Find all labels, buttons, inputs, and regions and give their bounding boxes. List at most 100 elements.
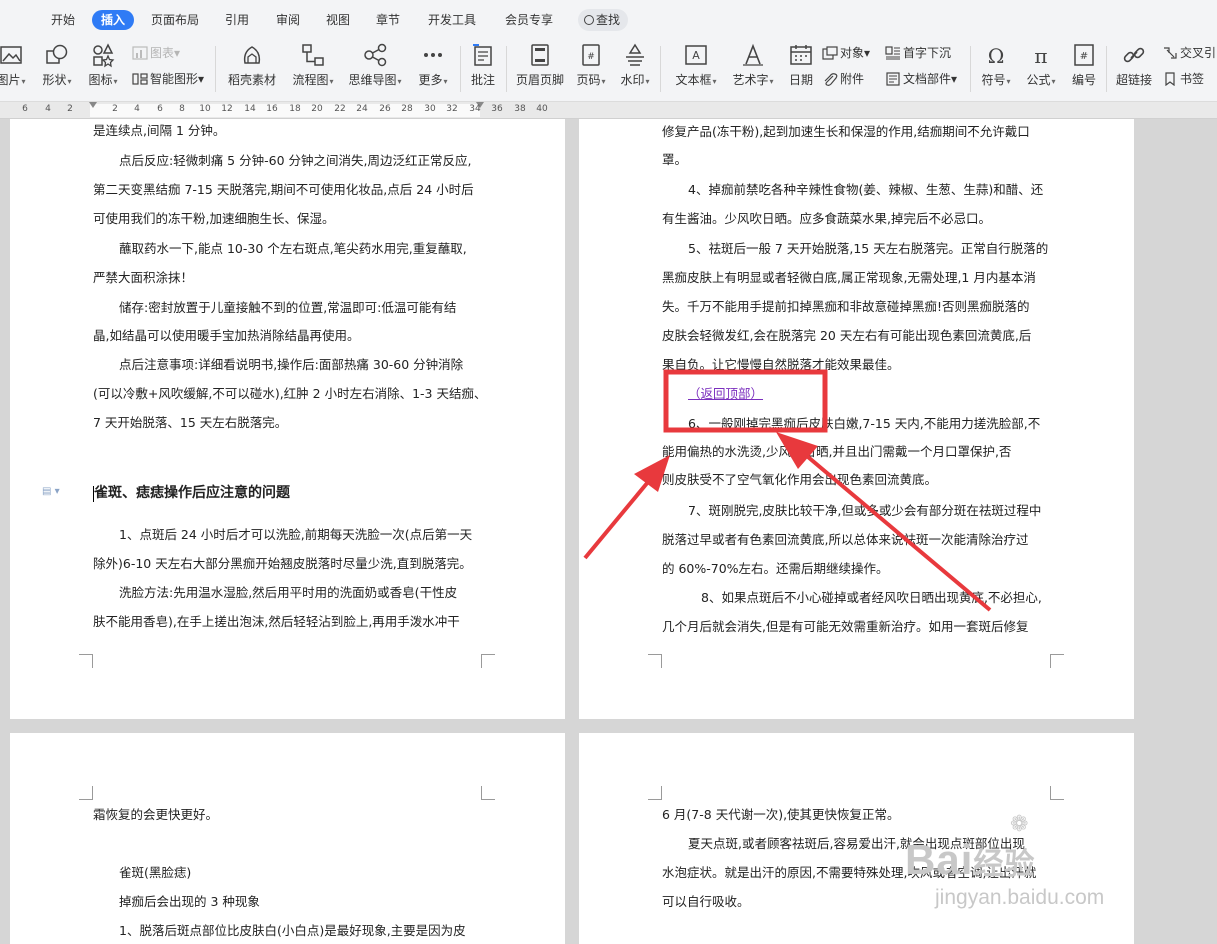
smart-art-button[interactable]: 智能图形▾ <box>132 70 204 88</box>
textbox-button[interactable]: A 文本框▾ <box>672 42 720 90</box>
wordart-button[interactable]: 艺术字▾ <box>729 42 777 90</box>
watermark-logo-cn: 经验 <box>973 848 1036 881</box>
body-line: 果自负。让它慢慢自然脱落才能效果最佳。 <box>662 357 900 372</box>
header-footer-label: 页眉页脚 <box>515 73 564 87</box>
toolbar-divider <box>660 46 661 92</box>
page-2[interactable]: 修复产品(冻干粉),起到加速生长和保湿的作用,结痂期间不允许戴口 罩。 4、掉痂… <box>579 119 1134 719</box>
picture-icon <box>0 46 22 64</box>
comment-label: 批注 <box>470 73 495 87</box>
mindmap-button[interactable]: 思维导图▾ <box>345 42 405 90</box>
search-label: 查找 <box>596 13 621 27</box>
chart-button[interactable]: 图表▾ <box>132 44 180 62</box>
formula-button[interactable]: π 公式▾ <box>1023 42 1059 90</box>
picture-button[interactable]: 图片▾ <box>0 42 28 90</box>
body-line: 除外)6-10 天左右大部分黑痂开始翘皮脱落时尽量少洗,直到脱落完。 <box>93 556 472 571</box>
more-icon <box>424 53 442 57</box>
ruler-number: 28 <box>401 104 413 114</box>
body-line: 修复产品(冻干粉),起到加速生长和保湿的作用,结痂期间不允许戴口 <box>662 124 1030 139</box>
formula-label: 公式 <box>1026 73 1051 87</box>
ruler-number: 2 <box>112 104 118 114</box>
bookmark-label: 书签 <box>1180 72 1205 86</box>
ruler-left-indent-marker[interactable] <box>89 102 97 108</box>
svg-text:#: # <box>587 52 595 62</box>
page-4[interactable]: 6 月(7-8 天代谢一次),使其更快恢复正常。 夏天点斑,或者顾客祛斑后,容易… <box>579 733 1134 944</box>
back-to-top-link[interactable]: （返回顶部） <box>688 385 763 403</box>
text-cursor <box>93 486 94 502</box>
tab-chapter[interactable]: 章节 <box>376 10 400 30</box>
stock-material-label: 稻壳素材 <box>227 73 276 87</box>
numbering-label: 编号 <box>1071 73 1096 87</box>
body-line: 蘸取药水一下,能点 10-30 个左右斑点,笔尖药水用完,重复蘸取, <box>119 241 467 256</box>
date-button[interactable]: 日期 <box>786 42 816 88</box>
tab-member[interactable]: 会员专享 <box>505 10 553 30</box>
document-canvas[interactable]: 是连续点,间隔 1 分钟。 点后反应:轻微刺痛 5 分钟-60 分钟之间消失,周… <box>0 119 1217 944</box>
hyperlink-button[interactable]: 超链接 <box>1112 42 1156 88</box>
comment-icon <box>473 44 492 66</box>
body-line: 6、一般刚掉完黑痂后皮肤白嫩,7-15 天内,不能用力搓洗脸部,不 <box>688 416 1041 431</box>
doc-parts-button[interactable]: 文档部件▾ <box>885 70 957 88</box>
attachment-button[interactable]: 附件 <box>822 70 864 88</box>
paperclip-icon <box>824 73 838 86</box>
drop-cap-button[interactable]: 首字下沉 <box>885 44 951 62</box>
body-line: 6 月(7-8 天代谢一次),使其更快恢复正常。 <box>662 807 900 822</box>
mindmap-icon <box>364 43 387 67</box>
symbol-label: 符号 <box>981 73 1006 87</box>
bookmark-button[interactable]: 书签 <box>1162 70 1204 88</box>
margin-corner-mark <box>1050 654 1064 668</box>
comment-button[interactable]: 批注 <box>466 42 500 88</box>
tab-developer[interactable]: 开发工具 <box>428 10 476 30</box>
body-line: 可以自行吸收。 <box>662 894 750 909</box>
page-3[interactable]: 霜恢复的会更快更好。 雀斑(黑脸痣) 掉痂后会出现的 3 种现象 1、脱落后斑点… <box>10 733 565 944</box>
body-line: 则皮肤受不了空气氧化作用会出现色素回流黄底。 <box>662 472 938 487</box>
body-line: 霜恢复的会更快更好。 <box>93 807 219 822</box>
ruler-number: 20 <box>311 104 323 114</box>
ruler-number: 30 <box>424 104 436 114</box>
pi-icon: π <box>1034 44 1047 68</box>
stock-material-button[interactable]: 稻壳素材 <box>224 42 280 88</box>
flowchart-button[interactable]: 流程图▾ <box>287 42 339 90</box>
object-button[interactable]: 对象▾ <box>822 44 870 62</box>
page-1[interactable]: 是连续点,间隔 1 分钟。 点后反应:轻微刺痛 5 分钟-60 分钟之间消失,周… <box>10 119 565 719</box>
ruler-number: 22 <box>334 104 346 114</box>
tab-insert[interactable]: 插入 <box>92 10 135 30</box>
tab-home[interactable]: 开始 <box>51 10 75 30</box>
shape-icon <box>46 44 68 64</box>
tab-page-layout[interactable]: 页面布局 <box>151 10 199 30</box>
body-line: 7 天开始脱落、15 天左右脱落完。 <box>93 415 288 430</box>
tab-view[interactable]: 视图 <box>326 10 350 30</box>
margin-corner-mark <box>481 786 495 800</box>
body-line: 洗脸方法:先用温水湿脸,然后用平时用的洗面奶或香皂(干性皮 <box>119 585 458 600</box>
drop-cap-icon <box>885 46 900 60</box>
body-line: 1、点斑后 24 小时后才可以洗脸,前期每天洗脸一次(点后第一天 <box>119 527 473 542</box>
watermark-button[interactable]: 水印▾ <box>617 42 653 90</box>
body-line: 失。千万不能用手提前扣掉黑痂和非故意碰掉黑痂!否则黑痂脱落的 <box>662 299 1030 314</box>
header-footer-button[interactable]: 页眉页脚 <box>512 42 568 88</box>
body-line: 有生酱油。少风吹日晒。应多食蔬菜水果,掉完后不必忌口。 <box>662 211 991 226</box>
search-icon <box>584 15 594 25</box>
icon-button[interactable]: 图标▾ <box>84 42 122 90</box>
margin-corner-mark <box>79 786 93 800</box>
chart-label: 图表 <box>150 46 175 60</box>
doc-parts-icon <box>886 72 900 86</box>
ruler-number: 10 <box>199 104 211 114</box>
symbol-button[interactable]: Ω 符号▾ <box>978 42 1014 90</box>
ruler-number: 6 <box>157 104 163 114</box>
paw-icon: ❁ <box>1010 812 1029 837</box>
horizontal-ruler[interactable]: 6 4 2 2 4 6 8 10 12 14 16 18 20 22 24 26… <box>0 102 1217 119</box>
body-line: 点后注意事项:详细看说明书,操作后:面部热痛 30-60 分钟消除 <box>119 357 464 372</box>
more-label: 更多 <box>418 73 443 87</box>
tab-review[interactable]: 审阅 <box>276 10 300 30</box>
numbering-button[interactable]: # 编号 <box>1068 42 1100 88</box>
shape-button[interactable]: 形状▾ <box>38 42 76 90</box>
svg-text:π: π <box>1034 44 1047 68</box>
outline-icon[interactable]: ▤ ▾ <box>42 486 60 497</box>
flowchart-label: 流程图 <box>292 73 329 87</box>
more-button[interactable]: 更多▾ <box>413 42 453 90</box>
search-button[interactable]: 查找 <box>578 9 628 31</box>
cross-reference-button[interactable]: 交叉引 <box>1162 44 1216 62</box>
page-number-button[interactable]: # 页码▾ <box>573 42 609 90</box>
tab-references[interactable]: 引用 <box>225 10 249 30</box>
body-line: 点后反应:轻微刺痛 5 分钟-60 分钟之间消失,周边泛红正常反应, <box>119 153 472 168</box>
ruler-number: 6 <box>22 104 28 114</box>
margin-corner-mark <box>648 786 662 800</box>
